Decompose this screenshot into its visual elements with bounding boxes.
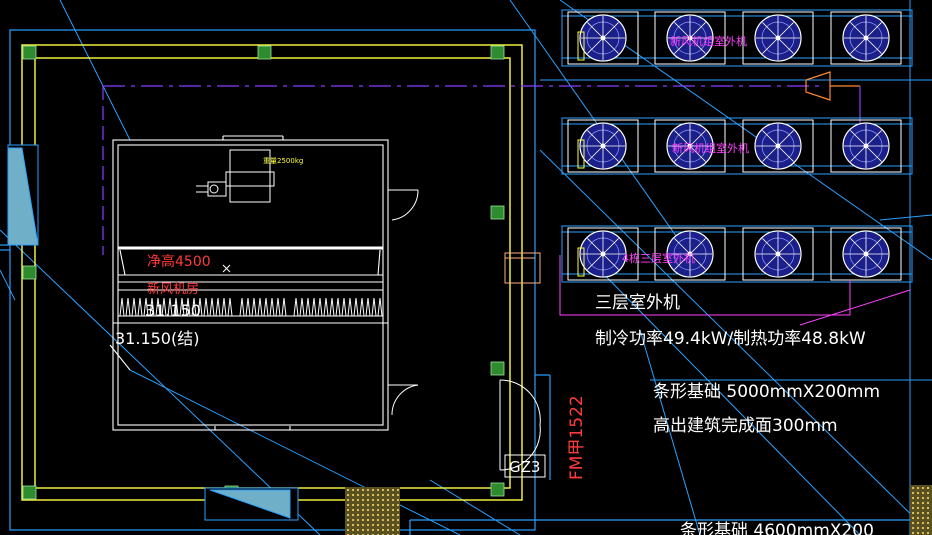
fire-door-code: FM甲1522 <box>567 395 587 480</box>
fan-unit <box>830 119 902 173</box>
structural-columns <box>22 45 505 500</box>
fan-unit <box>742 119 814 173</box>
note-title: 三层室外机 <box>595 293 680 313</box>
note-height-above: 高出建筑完成面300mm <box>653 416 838 436</box>
note-power: 制冷功率49.4kW/制热功率48.8kW <box>595 329 866 349</box>
room-name-label: 新风机房 <box>147 281 199 297</box>
note-bottom-foundation: 条形基础 4600mmX200 <box>680 521 874 535</box>
unit-row-1-label: 新风机组室外机 <box>670 34 747 48</box>
column-code: GZ3 <box>509 458 540 476</box>
fan-unit <box>830 227 902 281</box>
unit-row-2-label: 新风机组室外机 <box>672 141 749 155</box>
doors <box>388 189 541 471</box>
unit-row-3-label: 4栋三层室外机 <box>622 251 695 265</box>
fan-unit <box>830 11 902 65</box>
cad-drawing-canvas[interactable]: 重量2500kg 净高4500 新风机房 31.150 31.150(结) 新风… <box>0 0 932 535</box>
weight-label: 重量2500kg <box>263 157 303 165</box>
note-foundation: 条形基础 5000mmX200mm <box>653 382 880 402</box>
clear-height-label: 净高4500 <box>147 253 211 270</box>
fan-unit <box>742 227 814 281</box>
outdoor-unit-row <box>561 225 913 283</box>
cad-floor-plan: 重量2500kg 净高4500 新风机房 31.150 31.150(结) 新风… <box>0 0 932 535</box>
elevation-bottom-label: 31.150(结) <box>115 329 199 348</box>
yellow-walls <box>21 44 523 501</box>
fan-unit <box>742 11 814 65</box>
elevation-top-label: 31.150 <box>145 301 201 320</box>
